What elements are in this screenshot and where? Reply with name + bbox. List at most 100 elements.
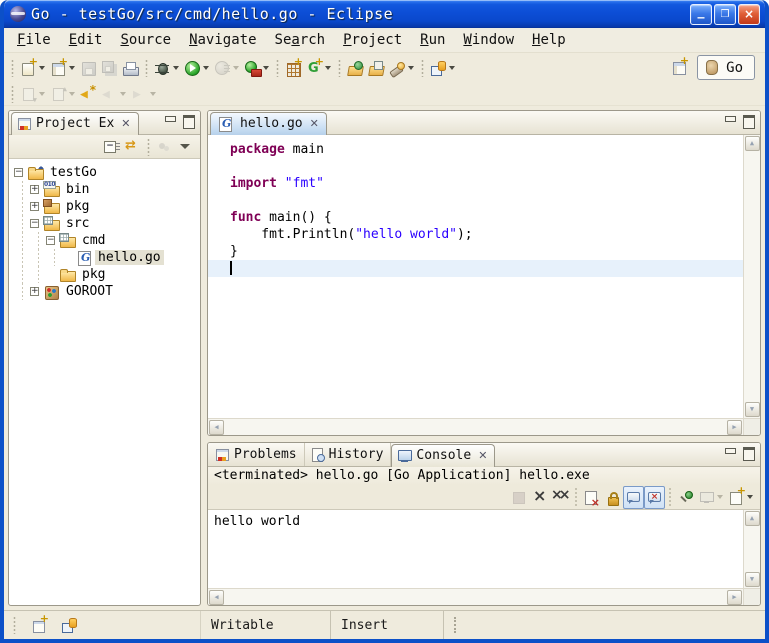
remove-launch-button[interactable] — [529, 486, 550, 509]
scroll-right-icon[interactable]: ▶ — [727, 420, 742, 435]
tree-item-goroot[interactable]: +GOROOT — [14, 283, 200, 300]
collapse-all-button[interactable] — [101, 135, 122, 158]
minimize-button[interactable]: _ — [690, 4, 712, 25]
menu-file[interactable]: File — [8, 30, 60, 50]
status-drag-handle[interactable] — [444, 617, 456, 633]
titlebar[interactable]: Go - testGo/src/cmd/hello.go - Eclipse _… — [4, 0, 765, 28]
expand-toggle[interactable]: + — [30, 287, 39, 296]
open-resource-button[interactable] — [366, 57, 387, 80]
tree-indent — [14, 283, 30, 300]
maximize-button[interactable]: ❒ — [714, 4, 736, 25]
code-editor[interactable]: package mainimport "fmt"func main() { fm… — [208, 135, 743, 418]
expand-toggle[interactable]: + — [30, 202, 39, 211]
scroll-lock-button[interactable] — [602, 486, 623, 509]
link-with-editor-button[interactable] — [122, 135, 143, 158]
new-go-file-button[interactable] — [304, 57, 334, 80]
tab-label: Problems — [234, 447, 297, 462]
tree-item-bin[interactable]: +bin — [14, 181, 200, 198]
editor-vertical-scrollbar[interactable]: ▲ ▼ — [743, 135, 760, 418]
close-tab-icon[interactable]: ✕ — [478, 449, 487, 462]
minimize-view-button[interactable] — [723, 446, 737, 459]
show-view-button[interactable] — [428, 57, 458, 80]
save-all-button — [99, 57, 120, 80]
show-stdout-button[interactable] — [623, 486, 644, 509]
scroll-left-icon[interactable]: ◀ — [209, 420, 224, 435]
debug-button[interactable] — [152, 57, 182, 80]
last-edit-location-button[interactable] — [78, 83, 99, 106]
expand-toggle[interactable]: − — [30, 219, 39, 228]
tree-item-cmd[interactable]: −cmd — [14, 232, 200, 249]
new-window-button[interactable] — [48, 57, 78, 80]
run-button[interactable] — [182, 57, 212, 80]
toolbar-separator — [575, 488, 577, 507]
new-wizard-button[interactable] — [18, 57, 48, 80]
expand-toggle[interactable]: + — [30, 185, 39, 194]
maximize-view-button[interactable] — [181, 114, 195, 127]
scroll-right-icon[interactable]: ▶ — [727, 590, 742, 605]
scroll-up-icon[interactable]: ▲ — [745, 511, 760, 526]
external-tools-button[interactable] — [242, 57, 272, 80]
debug-icon — [154, 60, 171, 77]
fast-view-button[interactable] — [29, 614, 50, 637]
clear-console-button[interactable] — [581, 486, 602, 509]
menu-window[interactable]: Window — [454, 30, 523, 50]
maximize-view-button[interactable] — [741, 114, 755, 127]
close-tab-icon[interactable]: ✕ — [310, 117, 319, 130]
tab-problems[interactable]: Problems — [210, 443, 305, 466]
search-button[interactable] — [387, 57, 417, 80]
close-button[interactable]: × — [738, 4, 760, 25]
view-menu-button[interactable] — [175, 135, 196, 158]
go-perspective-button[interactable]: Go — [697, 55, 755, 80]
console-output[interactable]: hello world — [208, 510, 743, 588]
menu-help[interactable]: Help — [523, 30, 575, 50]
scroll-up-icon[interactable]: ▲ — [745, 136, 760, 151]
menu-source[interactable]: Source — [111, 30, 180, 50]
minimize-view-button[interactable] — [163, 114, 177, 127]
tab-project-explorer[interactable]: Project Ex ✕ — [11, 112, 139, 135]
close-tab-icon[interactable]: ✕ — [121, 117, 130, 130]
tree-indent — [14, 198, 30, 215]
view-shortcut-button[interactable] — [59, 614, 80, 637]
console-vertical-scrollbar[interactable]: ▲ ▼ — [743, 510, 760, 588]
tree-item-pkg[interactable]: pkg — [14, 266, 200, 283]
expand-toggle[interactable]: − — [14, 168, 23, 177]
eclipse-window: Go - testGo/src/cmd/hello.go - Eclipse _… — [0, 0, 769, 643]
toolbar-handle — [10, 59, 15, 77]
open-console-button[interactable] — [726, 486, 756, 509]
tree-item-pkg[interactable]: +pkg — [14, 198, 200, 215]
dropdown-arrow-icon — [233, 66, 239, 73]
menu-project[interactable]: Project — [334, 30, 411, 50]
tree-item-hello-go[interactable]: hello.go — [14, 249, 200, 266]
tab-console[interactable]: Console✕ — [391, 444, 495, 467]
open-perspective-button[interactable] — [669, 56, 690, 79]
scroll-left-icon[interactable]: ◀ — [209, 590, 224, 605]
maximize-view-button[interactable] — [741, 446, 755, 459]
minimize-view-button[interactable] — [723, 114, 737, 127]
print-button[interactable] — [120, 57, 141, 80]
editor-panel: hello.go ✕ package mainimport "fmt"func … — [207, 110, 761, 436]
open-perspective-icon — [671, 59, 688, 76]
nextann-icon — [20, 86, 37, 103]
tree-item-src[interactable]: −src — [14, 215, 200, 232]
tab-hello-go[interactable]: hello.go ✕ — [210, 112, 327, 135]
project-explorer-toolbar — [9, 135, 200, 159]
console-horizontal-scrollbar[interactable]: ◀ ▶ — [208, 588, 743, 605]
editor-horizontal-scrollbar[interactable]: ◀ ▶ — [208, 418, 743, 435]
expand-toggle[interactable]: − — [46, 236, 55, 245]
open-go-element-button[interactable] — [345, 57, 366, 80]
menu-run[interactable]: Run — [411, 30, 454, 50]
code-token: func — [230, 210, 261, 225]
new-go-package-button[interactable] — [283, 57, 304, 80]
code-line: func main() { — [208, 209, 743, 226]
remove-all-launches-button[interactable] — [550, 486, 571, 509]
editor-tab-label: hello.go — [240, 116, 303, 131]
scroll-down-icon[interactable]: ▼ — [745, 402, 760, 417]
menu-navigate[interactable]: Navigate — [180, 30, 265, 50]
tree-item-testgo[interactable]: −testGo — [14, 164, 200, 181]
menu-search[interactable]: Search — [266, 30, 335, 50]
show-stderr-button[interactable] — [644, 486, 665, 509]
tab-history[interactable]: History — [305, 443, 392, 466]
scroll-down-icon[interactable]: ▼ — [745, 572, 760, 587]
pin-console-button[interactable] — [675, 486, 696, 509]
menu-edit[interactable]: Edit — [60, 30, 112, 50]
